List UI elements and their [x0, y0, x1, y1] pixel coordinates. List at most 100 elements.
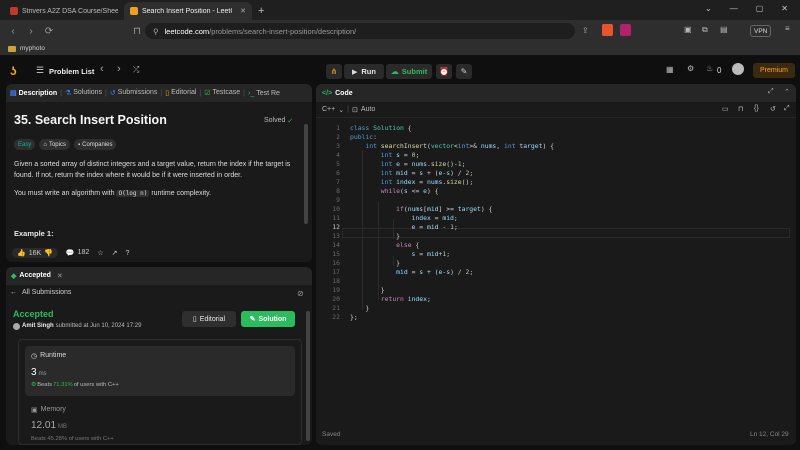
language-select[interactable]: C++ ⌄ — [322, 106, 344, 114]
tab-testcase-label: Testcase — [212, 89, 241, 96]
back-icon[interactable]: ‹ — [4, 26, 22, 37]
bookmark-myphoto[interactable]: myphoto — [20, 45, 45, 52]
memory-value: 12.01 — [31, 420, 57, 431]
submit-button[interactable]: ☁ Submit — [386, 64, 432, 79]
share-icon[interactable]: ⇪ — [582, 26, 589, 35]
editorial-button[interactable]: ▯ Editorial — [182, 311, 236, 327]
tab-accepted[interactable]: ◆ Accepted ✕ — [11, 272, 63, 280]
companies-chip[interactable]: ▪ Companies — [73, 139, 117, 150]
notes-icon[interactable]: ✎ — [456, 64, 472, 79]
site-info-icon[interactable]: ⚲ — [153, 27, 159, 36]
flask-icon: ⚗ — [64, 90, 72, 97]
bookmark-icon[interactable]: ⊓ — [128, 26, 146, 37]
reset-icon[interactable]: ↺ — [770, 105, 776, 113]
streak-count: 0 — [717, 66, 722, 75]
maximize-panel-icon[interactable]: ⤢ — [768, 88, 774, 96]
new-tab-button[interactable]: + — [252, 2, 270, 20]
wallet-icon[interactable]: ▤ — [720, 25, 728, 34]
vpn-button[interactable]: VPN — [750, 25, 772, 37]
close-window-icon[interactable]: ✕ — [781, 4, 788, 13]
window-controls: ⌄ — ▢ ✕ — [693, 0, 800, 17]
thumbs-down-icon[interactable]: 👎 — [44, 249, 53, 257]
all-submissions-link[interactable]: ← All Submissions — [10, 289, 71, 296]
tab-description[interactable]: ▤ Description — [10, 89, 57, 98]
submission-tab-bar: ◆ Accepted ✕ — [6, 267, 312, 285]
close-tab-icon[interactable]: ✕ — [240, 7, 246, 15]
close-tab-icon[interactable]: ✕ — [57, 272, 63, 280]
book-icon: ▯ — [192, 316, 197, 323]
chip-icon: ▣ — [31, 407, 38, 414]
premium-button[interactable]: Premium — [753, 63, 796, 78]
next-problem-icon[interactable]: › — [117, 63, 121, 75]
line-number: 14 — [332, 241, 340, 249]
browser-tab[interactable]: Strivers A2Z DSA Course/Sheet - Cra — [4, 2, 124, 20]
line-number: 10 — [332, 205, 340, 213]
notes-icon[interactable]: ▭ — [722, 105, 729, 113]
submission-scrollbar[interactable] — [306, 311, 310, 441]
extensions-icon[interactable]: ⧉ — [702, 25, 708, 35]
streak-fire-icon[interactable]: ♨ — [706, 64, 713, 73]
more-options-icon[interactable]: ⌃ — [784, 88, 790, 96]
chevron-down-icon[interactable]: ⌄ — [705, 4, 712, 13]
comments-button[interactable]: 💬 182 — [66, 249, 89, 257]
submitted-time: submitted at Jun 10, 2024 17:29 — [55, 323, 142, 329]
bookmark-icon[interactable]: ⊓ — [738, 105, 743, 113]
leetcode-favicon-icon — [130, 7, 138, 15]
memory-card[interactable]: ▣ Memory 12.01 MB Beats 45.28% of users … — [25, 402, 295, 445]
fullscreen-icon[interactable]: ⤢ — [784, 105, 790, 113]
description-scrollbar[interactable] — [304, 124, 308, 224]
lock-icon: ▪ — [77, 141, 81, 148]
reload-icon[interactable]: ⟳ — [40, 26, 58, 37]
address-bar[interactable]: ⚲ leetcode.com /problems/search-insert-p… — [145, 23, 575, 39]
maximize-icon[interactable]: ▢ — [756, 4, 764, 13]
braces-icon[interactable]: {} — [754, 105, 759, 112]
code-line: if(nums[mid] >= target) { — [396, 205, 493, 213]
copy-link-icon[interactable]: ⊘ — [297, 289, 304, 298]
user-name[interactable]: Amit Singh — [22, 323, 54, 330]
code-editor[interactable]: 1 2 3 4 5 6 7 8 9 10 11 12 13 14 15 16 17 18 19 20 21 22 clas… — [316, 122, 796, 422]
difficulty-badge[interactable]: Easy — [14, 139, 36, 150]
tab-test-result[interactable]: ›_ Test Re — [248, 90, 280, 97]
tab-code[interactable]: </> Code — [322, 90, 353, 97]
minimize-icon[interactable]: — — [730, 4, 738, 13]
timer-icon[interactable]: ⏰ — [436, 64, 452, 79]
sidebar-icon[interactable]: ▣ — [684, 25, 692, 34]
like-button[interactable]: 👍 16K 👎 — [12, 248, 58, 258]
auto-mode-label: Auto — [360, 105, 376, 113]
code-line: return index; — [380, 295, 431, 303]
complexity-text-post: runtime complexity. — [149, 190, 212, 197]
auto-mode-toggle[interactable]: ⊡ Auto — [352, 106, 375, 114]
debug-button[interactable]: ⋔ — [326, 64, 342, 79]
help-icon[interactable]: ? — [125, 250, 129, 257]
forward-icon[interactable]: › — [22, 26, 40, 37]
runtime-header: ◷ Runtime — [31, 352, 66, 360]
solution-label: Solution — [258, 315, 287, 323]
prev-problem-icon[interactable]: ‹ — [100, 63, 104, 75]
avatar[interactable] — [732, 63, 744, 75]
solution-button[interactable]: ✎ Solution — [241, 311, 295, 327]
user-avatar — [13, 323, 20, 330]
problem-list-icon[interactable]: ☰ — [36, 65, 44, 76]
tab-solutions[interactable]: ⚗ Solutions — [65, 89, 102, 97]
tab-submissions[interactable]: ↺ Submissions — [110, 89, 158, 97]
beats-icon: ⚙ — [31, 382, 37, 388]
brave-rewards-icon[interactable] — [620, 24, 631, 36]
share-link-icon[interactable]: ↗ — [112, 249, 118, 257]
runtime-card[interactable]: ◷ Runtime 3 ms ⚙ Beats 71.31% of users w… — [25, 346, 295, 396]
tab-testcase[interactable]: ☑ Testcase — [204, 89, 240, 97]
browser-tab-active[interactable]: Search Insert Position - LeetCode ✕ — [124, 2, 252, 20]
settings-gear-icon[interactable]: ⚙ — [687, 64, 694, 73]
favorite-star-icon[interactable]: ☆ — [97, 249, 103, 257]
menu-icon[interactable]: ≡ — [785, 24, 790, 33]
layout-icon[interactable]: ▦ — [666, 65, 674, 74]
shuffle-icon[interactable]: ⤮ — [133, 65, 139, 75]
brave-shield-icon[interactable] — [602, 24, 613, 36]
run-button[interactable]: ▶ Run — [344, 64, 384, 79]
problem-list-link[interactable]: Problem List — [49, 67, 94, 76]
companies-label: Companies — [82, 141, 113, 148]
leetcode-logo-icon[interactable]: ʖ — [10, 64, 22, 78]
tab-editorial[interactable]: ▯ Editorial — [165, 89, 196, 97]
topics-chip[interactable]: ⌂ Topics — [39, 139, 70, 150]
chevron-down-icon: ⌄ — [338, 106, 345, 114]
leetcode-navbar: ʖ ☰ Problem List ‹ › ⤮ ⋔ ▶ Run ☁ Submit … — [0, 58, 800, 84]
